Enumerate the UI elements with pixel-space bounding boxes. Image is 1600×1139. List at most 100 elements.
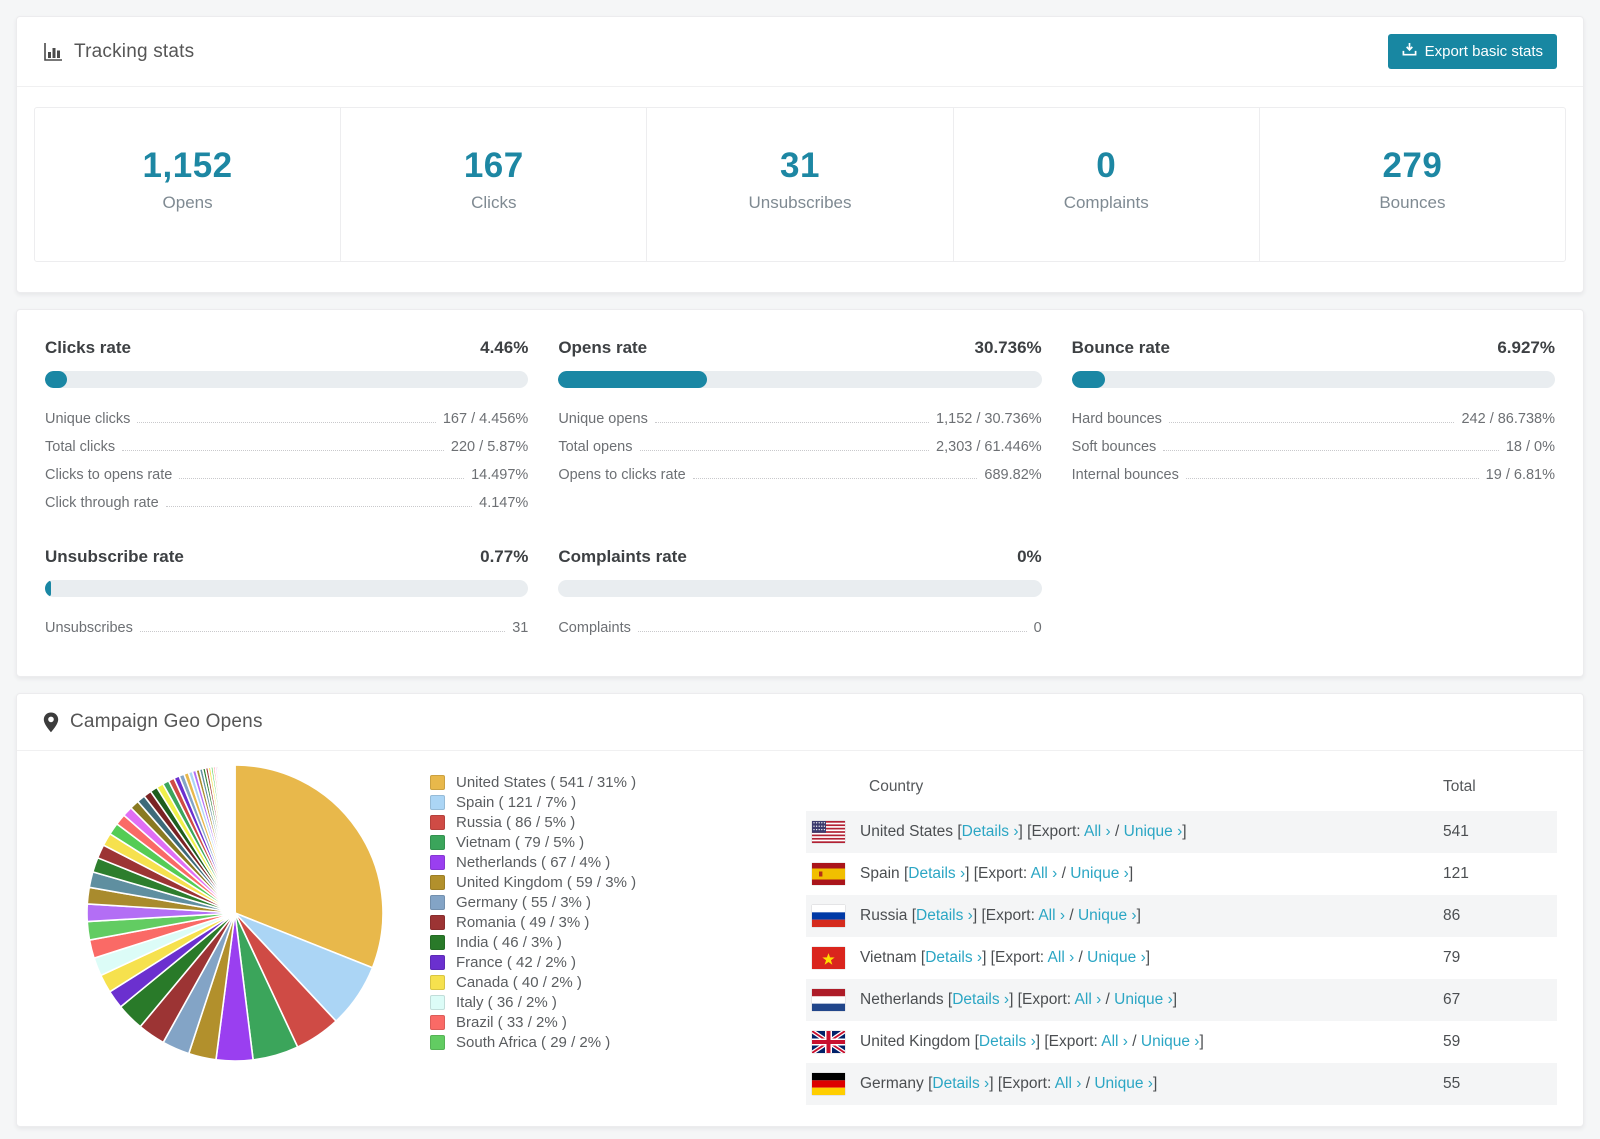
export-all-link[interactable]: All ›: [1048, 949, 1075, 966]
legend-item-italy[interactable]: Italy ( 36 / 2% ): [430, 994, 750, 1011]
geo-title: Campaign Geo Opens: [70, 711, 263, 732]
rate-value: 4.46%: [480, 338, 529, 357]
legend-label: India ( 46 / 3% ): [456, 934, 562, 951]
export-all-link[interactable]: All ›: [1031, 865, 1058, 882]
bracket: ]: [1182, 823, 1187, 840]
rate-panel-bounce-rate: Bounce rate 6.927% Hard bounces 242 / 86.73…: [1071, 338, 1555, 517]
geo-opens-card: Campaign Geo Opens United States ( 541 /…: [16, 693, 1584, 1127]
export-unique-link[interactable]: Unique ›: [1114, 991, 1173, 1008]
legend-swatch: [430, 955, 445, 970]
rate-detail-label: Soft bounces: [1071, 439, 1157, 455]
geo-table-row-russia: Russia [Details ›] [Export: All › / Uniq…: [806, 895, 1557, 937]
legend-item-spain[interactable]: Spain ( 121 / 7% ): [430, 794, 750, 811]
bracket: ]: [1128, 865, 1134, 882]
rate-detail-label: Unique opens: [558, 411, 648, 427]
map-pin-icon: [43, 712, 59, 733]
legend-swatch: [430, 775, 445, 790]
summary-value: 0: [1096, 146, 1117, 185]
rate-detail-row: Soft bounces 18 / 0%: [1072, 433, 1555, 461]
bar-chart-icon: [43, 42, 63, 62]
details-link[interactable]: Details ›: [979, 1033, 1036, 1050]
rates-body: Clicks rate 4.46% Unique clicks 167 / 4.456…: [17, 310, 1583, 676]
rates-card: Clicks rate 4.46% Unique clicks 167 / 4.456…: [16, 309, 1584, 677]
rate-detail-row: Unique clicks 167 / 4.456%: [45, 405, 528, 433]
legend-item-germany[interactable]: Germany ( 55 / 3% ): [430, 894, 750, 911]
export-all-link[interactable]: All ›: [1055, 1075, 1082, 1092]
country-links: Vietnam [Details ›] [Export: All › / Uni…: [860, 949, 1150, 967]
export-basic-stats-button[interactable]: Export basic stats: [1387, 34, 1557, 69]
legend-label: France ( 42 / 2% ): [456, 954, 577, 971]
export-unique-link[interactable]: Unique ›: [1141, 1033, 1200, 1050]
details-link[interactable]: Details ›: [932, 1075, 989, 1092]
rate-progress-bar: [558, 580, 1042, 597]
country-links: Russia [Details ›] [Export: All › / Uniq…: [860, 907, 1141, 925]
legend-item-vietnam[interactable]: Vietnam ( 79 / 5% ): [430, 834, 750, 851]
legend-item-france[interactable]: France ( 42 / 2% ): [430, 954, 750, 971]
bracket: ]: [1145, 949, 1151, 966]
export-unique-link[interactable]: Unique ›: [1070, 865, 1129, 882]
legend-item-south-africa[interactable]: South Africa ( 29 / 2% ): [430, 1034, 750, 1051]
nl-flag-icon: [812, 989, 845, 1011]
rate-detail-row: Total opens 2,303 / 61.446%: [558, 433, 1041, 461]
rate-detail-row: Clicks to opens rate 14.497%: [45, 461, 528, 489]
legend-item-romania[interactable]: Romania ( 49 / 3% ): [430, 914, 750, 931]
export-all-link[interactable]: All ›: [1075, 991, 1102, 1008]
slash: /: [1101, 991, 1115, 1008]
details-link[interactable]: Details ›: [925, 949, 982, 966]
tracking-stats-header: Tracking stats Export basic stats: [17, 17, 1583, 87]
summary-label: Clicks: [471, 193, 517, 212]
export-unique-link[interactable]: Unique ›: [1094, 1075, 1153, 1092]
export-prefix: ] [Export:: [989, 1075, 1055, 1092]
rate-progress-bar: [45, 371, 529, 388]
export-unique-link[interactable]: Unique ›: [1087, 949, 1146, 966]
export-prefix: ] [Export:: [1009, 991, 1075, 1008]
slash: /: [1110, 823, 1124, 840]
legend-item-united-states[interactable]: United States ( 541 / 31% ): [430, 774, 750, 791]
legend-label: South Africa ( 29 / 2% ): [456, 1034, 611, 1051]
rate-value: 0%: [1017, 547, 1042, 566]
geo-table-row-united-kingdom: United Kingdom [Details ›] [Export: All …: [806, 1021, 1557, 1063]
rate-detail-label: Complaints: [558, 620, 631, 636]
export-unique-link[interactable]: Unique ›: [1124, 823, 1183, 840]
summary-label: Unsubscribes: [748, 193, 852, 212]
details-link[interactable]: Details ›: [952, 991, 1009, 1008]
country-links: United Kingdom [Details ›] [Export: All …: [860, 1033, 1204, 1051]
summary-label: Complaints: [1063, 193, 1149, 212]
rate-progress-bar: [558, 371, 1042, 388]
geo-table-row-netherlands: Netherlands [Details ›] [Export: All › /…: [806, 979, 1557, 1021]
summary-row: 1,152 Opens 167 Clicks 31 Unsubscribes 0 Compla…: [34, 107, 1567, 262]
legend-swatch: [430, 895, 445, 910]
legend-label: Romania ( 49 / 3% ): [456, 914, 590, 931]
legend-swatch: [430, 795, 445, 810]
vn-flag-icon: [812, 947, 845, 969]
legend-label: Spain ( 121 / 7% ): [456, 794, 577, 811]
export-all-link[interactable]: All ›: [1084, 823, 1111, 840]
details-link[interactable]: Details ›: [962, 823, 1019, 840]
export-prefix: ] [Export:: [982, 949, 1048, 966]
legend-item-brazil[interactable]: Brazil ( 33 / 2% ): [430, 1014, 750, 1031]
rate-detail-row: Complaints 0: [558, 614, 1041, 642]
rate-detail-value: 4.147%: [479, 495, 529, 511]
legend-swatch: [430, 995, 445, 1010]
legend-item-russia[interactable]: Russia ( 86 / 5% ): [430, 814, 750, 831]
column-header-total: Total: [1443, 778, 1476, 795]
geo-title-wrap: Campaign Geo Opens: [43, 711, 263, 733]
rate-detail-label: Internal bounces: [1071, 467, 1179, 483]
export-unique-link[interactable]: Unique ›: [1078, 907, 1137, 924]
legend-item-india[interactable]: India ( 46 / 3% ): [430, 934, 750, 951]
geo-table-wrap: Country Total United States [Details ›] …: [806, 757, 1557, 1105]
page-title: Tracking stats: [74, 40, 195, 62]
export-all-link[interactable]: All ›: [1101, 1033, 1128, 1050]
rate-progress-bar: [1071, 371, 1555, 388]
legend-label: Italy ( 36 / 2% ): [456, 994, 557, 1011]
legend-item-netherlands[interactable]: Netherlands ( 67 / 4% ): [430, 854, 750, 871]
legend-item-united-kingdom[interactable]: United Kingdom ( 59 / 3% ): [430, 874, 750, 891]
rate-detail-label: Clicks to opens rate: [45, 467, 173, 483]
legend-item-canada[interactable]: Canada ( 40 / 2% ): [430, 974, 750, 991]
country-total: 55: [1443, 1075, 1461, 1092]
details-link[interactable]: Details ›: [908, 865, 965, 882]
export-all-link[interactable]: All ›: [1038, 907, 1065, 924]
bracket: ]: [1172, 991, 1178, 1008]
details-link[interactable]: Details ›: [916, 907, 973, 924]
country-links: United States [Details ›] [Export: All ›…: [860, 823, 1187, 841]
